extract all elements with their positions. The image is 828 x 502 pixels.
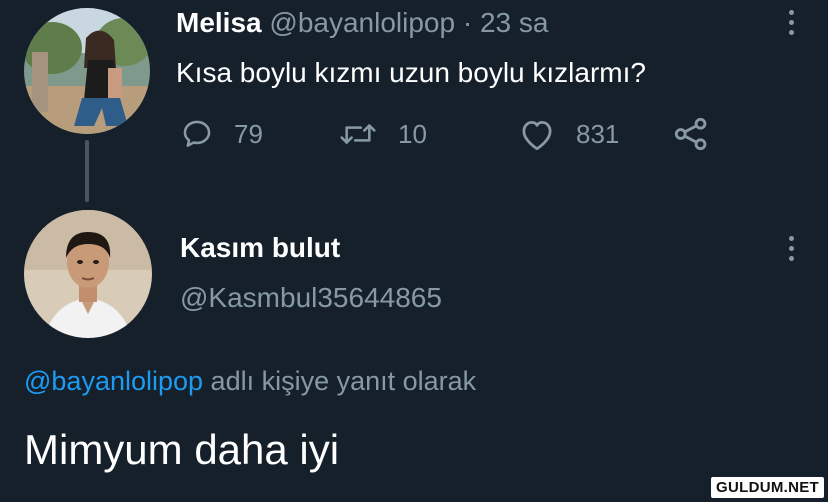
avatar-melisa[interactable] bbox=[24, 8, 150, 134]
speech-bubble-icon bbox=[183, 120, 211, 147]
retweet-button[interactable]: 10 bbox=[338, 114, 427, 154]
retweet-count: 10 bbox=[398, 118, 427, 149]
more-vertical-icon[interactable] bbox=[786, 10, 796, 40]
thread-connector-line bbox=[85, 140, 89, 202]
reply-button[interactable]: 79 bbox=[180, 114, 263, 154]
reply-to-suffix: adlı kişiye yanıt olarak bbox=[203, 366, 477, 396]
author-handle[interactable]: @bayanlolipop bbox=[269, 7, 455, 38]
more-vertical-icon[interactable] bbox=[786, 236, 796, 266]
like-count: 831 bbox=[576, 118, 620, 149]
author-name[interactable]: Melisa bbox=[176, 7, 262, 38]
profile-photo-man bbox=[24, 210, 152, 338]
reply-to-mention[interactable]: @bayanlolipop bbox=[24, 366, 203, 396]
reply-author-name[interactable]: Kasım bulut bbox=[180, 232, 340, 264]
heart-icon bbox=[522, 121, 552, 151]
retweet-icon bbox=[340, 124, 376, 144]
avatar-kasim[interactable] bbox=[24, 210, 152, 338]
reply-author-handle[interactable]: @Kasmbul35644865 bbox=[180, 282, 442, 314]
reply-text: Mimyum daha iyi bbox=[24, 426, 340, 473]
tweet-time[interactable]: 23 sa bbox=[480, 7, 549, 38]
header-separator: · bbox=[462, 7, 473, 38]
tweet-text: Kısa boylu kızmı uzun boylu kızlarmı? bbox=[176, 57, 646, 88]
like-button[interactable]: 831 bbox=[518, 114, 619, 154]
watermark-logo: GULDUM.NET bbox=[711, 477, 824, 498]
reply-count: 79 bbox=[234, 118, 263, 149]
tweet-header: Melisa @bayanlolipop · 23 sa bbox=[176, 6, 548, 40]
share-button[interactable] bbox=[672, 114, 710, 154]
share-icon bbox=[674, 117, 707, 151]
reply-context: @bayanlolipop adlı kişiye yanıt olarak bbox=[24, 366, 476, 397]
profile-photo-woman bbox=[24, 8, 150, 134]
